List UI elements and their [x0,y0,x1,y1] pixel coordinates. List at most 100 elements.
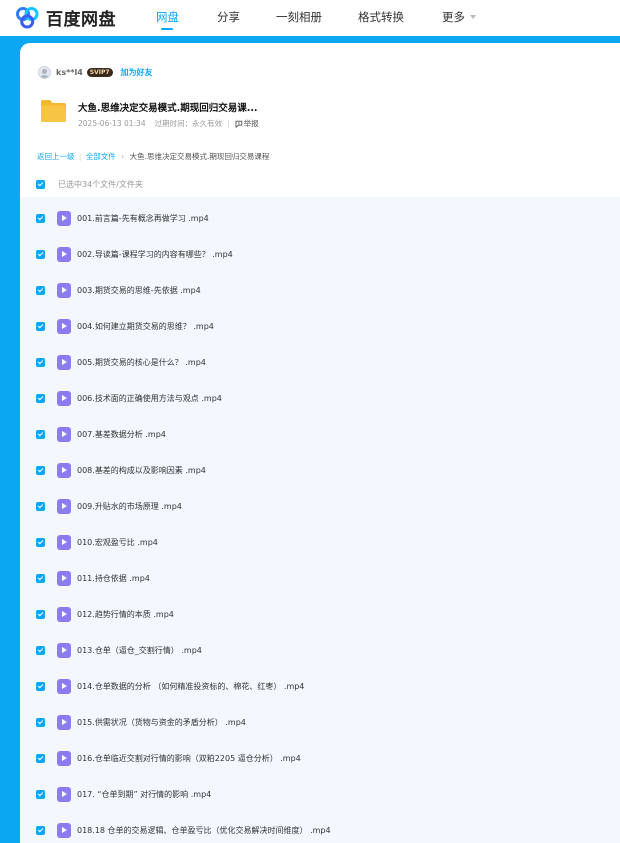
video-file-icon [57,534,71,550]
file-checkbox[interactable] [36,789,45,799]
share-title: 大鱼.思维决定交易模式.期现回归交易课... [78,103,258,114]
video-file-icon [57,678,71,694]
select-all-checkbox[interactable] [36,179,45,189]
file-name[interactable]: 015.供需状况（货物与资金的矛盾分析） .mp4 [77,717,246,728]
select-all-row: 已选中34个文件/文件夹 [36,179,143,189]
video-file-icon [57,282,71,298]
video-file-icon [57,750,71,766]
file-row[interactable]: 003.期货交易的思维-先依据 .mp4 [20,272,620,308]
video-file-icon [57,570,71,586]
video-file-icon [57,210,71,226]
video-file-icon [57,426,71,442]
file-row[interactable]: 008.基差的构成以及影响因素 .mp4 [20,452,620,488]
avatar[interactable] [38,65,51,79]
file-checkbox[interactable] [36,537,45,547]
file-name[interactable]: 013.仓单（逼仓_交割行情） .mp4 [77,645,202,656]
file-checkbox[interactable] [36,213,45,223]
report-icon [235,120,242,127]
file-checkbox[interactable] [36,501,45,511]
add-friend-link[interactable]: 加为好友 [121,67,153,78]
chevron-down-icon [470,14,476,19]
video-file-icon [57,642,71,658]
file-name[interactable]: 010.宏观盈亏比 .mp4 [77,537,158,548]
file-list-area: 001.前言篇-先有概念再做学习 .mp4 002.导读篇-课程学习的内容有哪些？… [20,197,620,843]
file-name[interactable]: 006.技术面的正确使用方法与观点 .mp4 [77,393,222,404]
file-row[interactable]: 010.宏观盈亏比 .mp4 [20,524,620,560]
file-name[interactable]: 005.期货交易的核心是什么？ .mp4 [77,357,206,368]
file-name[interactable]: 011.持仓依据 .mp4 [77,573,150,584]
file-row[interactable]: 007.基差数据分析 .mp4 [20,416,620,452]
file-checkbox[interactable] [36,393,45,403]
file-row[interactable]: 004.如何建立期货交易的思维？ .mp4 [20,308,620,344]
file-name[interactable]: 018.18 仓单的交易逻辑、仓单盈亏比（优化交易解决时间维度） .mp4 [77,825,331,836]
folder-icon [41,100,66,122]
file-checkbox[interactable] [36,717,45,727]
file-checkbox[interactable] [36,609,45,619]
video-file-icon [57,462,71,478]
svip-badge: SVIP7 [86,67,113,77]
chevron-right-icon: › [121,152,125,161]
baidu-netdisk-logo[interactable]: 百度网盘 [14,4,116,30]
video-file-icon [57,246,71,262]
file-row[interactable]: 015.供需状况（货物与资金的矛盾分析） .mp4 [20,704,620,740]
file-name[interactable]: 017. “仓单到期” 对行情的影响 .mp4 [77,789,211,800]
nav-tab-share[interactable]: 分享 [217,9,240,25]
file-checkbox[interactable] [36,429,45,439]
share-card: ks**l4 SVIP7 加为好友 大鱼.思维决定交易模式.期现回归交易课...… [20,43,620,843]
file-checkbox[interactable] [36,573,45,583]
video-file-icon [57,498,71,514]
file-row[interactable]: 016.仓单临近交割对行情的影响（双粕2205 逼仓分析） .mp4 [20,740,620,776]
file-row[interactable]: 018.18 仓单的交易逻辑、仓单盈亏比（优化交易解决时间维度） .mp4 [20,812,620,843]
nav-tab-netdisk[interactable]: 网盘 [156,9,179,25]
file-row[interactable]: 017. “仓单到期” 对行情的影响 .mp4 [20,776,620,812]
file-name[interactable]: 014.仓单数据的分析 （如何精准投资标的、棉花、红枣） .mp4 [77,681,304,692]
file-name[interactable]: 008.基差的构成以及影响因素 .mp4 [77,465,206,476]
file-checkbox[interactable] [36,645,45,655]
meta-divider: | [227,119,230,128]
file-name[interactable]: 009.升贴水的市场原理 .mp4 [77,501,182,512]
nav-tab-moment-album[interactable]: 一刻相册 [276,9,322,25]
file-row[interactable]: 013.仓单（逼仓_交割行情） .mp4 [20,632,620,668]
file-checkbox[interactable] [36,825,45,835]
nav-tab-more[interactable]: 更多 [442,9,476,25]
file-checkbox[interactable] [36,681,45,691]
video-file-icon [57,822,71,838]
file-name[interactable]: 012.趋势行情的本质 .mp4 [77,609,174,620]
sharer-name[interactable]: ks**l4 [56,68,83,77]
file-row[interactable]: 011.持仓依据 .mp4 [20,560,620,596]
file-name[interactable]: 002.导读篇-课程学习的内容有哪些？ .mp4 [77,249,233,260]
top-nav-bar: 百度网盘 网盘 分享 一刻相册 格式转换 更多 [0,0,620,36]
sharer-info: ks**l4 SVIP7 加为好友 [38,65,153,79]
video-file-icon [57,318,71,334]
nav-more-label: 更多 [442,10,465,24]
selection-count-label: 已选中34个文件/文件夹 [58,179,143,189]
file-row[interactable]: 009.升贴水的市场原理 .mp4 [20,488,620,524]
file-checkbox[interactable] [36,465,45,475]
video-file-icon [57,606,71,622]
file-checkbox[interactable] [36,249,45,259]
file-checkbox[interactable] [36,285,45,295]
active-tab-indicator [161,28,173,30]
video-file-icon [57,714,71,730]
file-checkbox[interactable] [36,321,45,331]
nav-tab-format-convert[interactable]: 格式转换 [358,9,404,25]
breadcrumb-back-link[interactable]: 返回上一级 [37,152,75,161]
file-row[interactable]: 001.前言篇-先有概念再做学习 .mp4 [20,200,620,236]
video-file-icon [57,786,71,802]
file-row[interactable]: 006.技术面的正确使用方法与观点 .mp4 [20,380,620,416]
file-row[interactable]: 002.导读篇-课程学习的内容有哪些？ .mp4 [20,236,620,272]
file-name[interactable]: 007.基差数据分析 .mp4 [77,429,166,440]
breadcrumb-all-files-link[interactable]: 全部文件 [86,152,116,161]
file-name[interactable]: 004.如何建立期货交易的思维？ .mp4 [77,321,214,332]
file-row[interactable]: 012.趋势行情的本质 .mp4 [20,596,620,632]
share-time: 2025-06-13 01:34 [78,119,146,128]
file-checkbox[interactable] [36,357,45,367]
file-checkbox[interactable] [36,753,45,763]
file-name[interactable]: 016.仓单临近交割对行情的影响（双粕2205 逼仓分析） .mp4 [77,753,301,764]
share-meta: 2025-06-13 01:34 过期时间：永久有效 | 举报 [78,118,259,129]
report-button[interactable]: 举报 [235,118,259,129]
file-name[interactable]: 003.期货交易的思维-先依据 .mp4 [77,285,201,296]
file-name[interactable]: 001.前言篇-先有概念再做学习 .mp4 [77,213,209,224]
file-row[interactable]: 005.期货交易的核心是什么？ .mp4 [20,344,620,380]
file-row[interactable]: 014.仓单数据的分析 （如何精准投资标的、棉花、红枣） .mp4 [20,668,620,704]
